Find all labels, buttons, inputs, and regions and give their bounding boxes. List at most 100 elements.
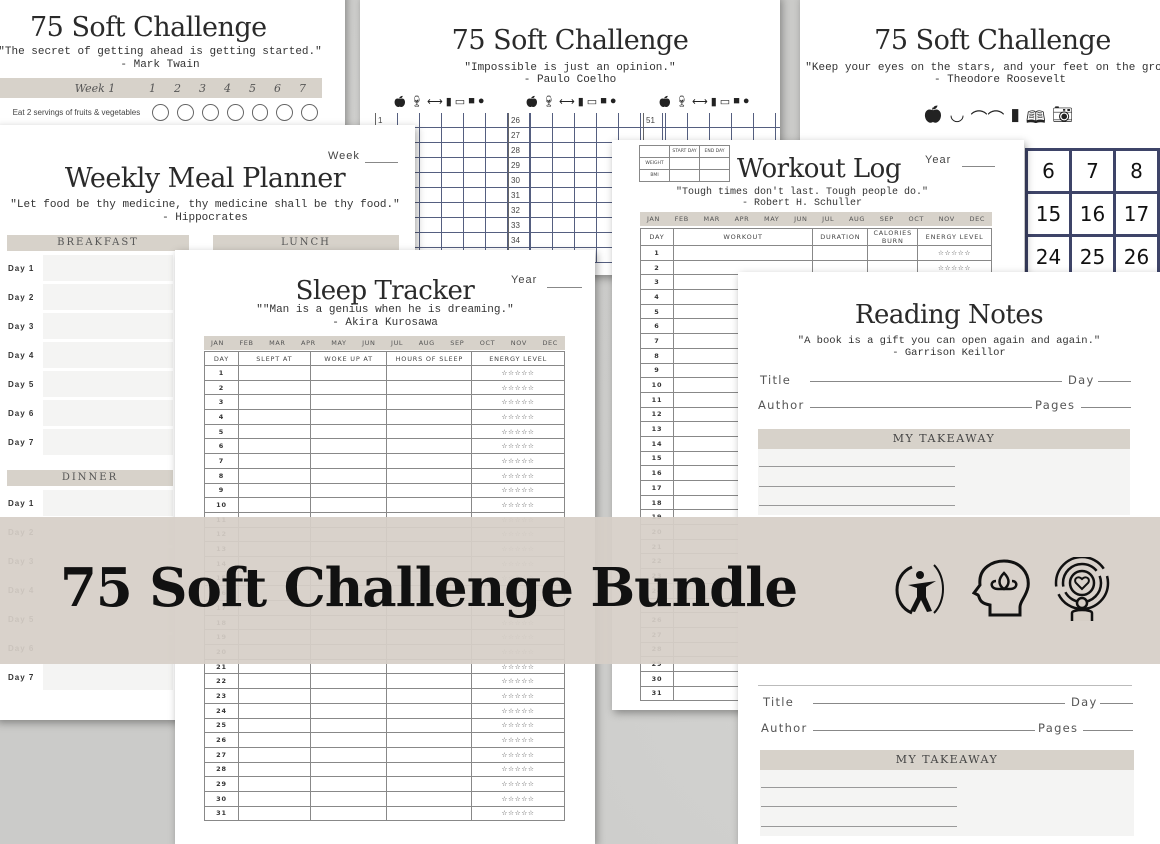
entry-cell[interactable] <box>386 394 473 411</box>
grid-cell[interactable] <box>442 188 464 202</box>
grid-cell[interactable] <box>420 188 442 202</box>
energy-stars[interactable]: ☆☆☆☆☆ <box>471 688 565 704</box>
month-option[interactable]: AUG <box>419 339 435 347</box>
entry-cell[interactable] <box>237 702 311 719</box>
entry-cell[interactable] <box>309 805 388 822</box>
grid-cell[interactable] <box>732 113 754 127</box>
meal-input[interactable] <box>43 664 173 690</box>
energy-stars[interactable]: ☆☆☆☆☆ <box>471 717 565 734</box>
entry-cell[interactable] <box>309 761 388 778</box>
grid-cell[interactable] <box>442 173 464 187</box>
day-input[interactable] <box>1098 381 1131 382</box>
month-option[interactable]: FEB <box>239 339 253 347</box>
entry-cell[interactable] <box>237 438 311 455</box>
grid-cell[interactable] <box>553 113 575 127</box>
energy-stars[interactable]: ☆☆☆☆☆ <box>917 245 992 261</box>
grid-cell[interactable] <box>420 158 442 172</box>
grid-cell[interactable] <box>420 173 442 187</box>
month-option[interactable]: NOV <box>511 339 527 347</box>
grid-cell[interactable] <box>575 233 597 247</box>
energy-stars[interactable]: ☆☆☆☆☆ <box>471 409 565 425</box>
pages-input[interactable] <box>1081 407 1131 408</box>
entry-cell[interactable] <box>386 790 473 807</box>
grid-cell[interactable] <box>575 218 597 232</box>
grid-cell[interactable] <box>464 143 486 157</box>
calendar-day[interactable]: 8 <box>1116 151 1160 194</box>
entry-cell[interactable] <box>237 409 311 425</box>
grid-cell[interactable] <box>464 233 486 247</box>
month-option[interactable]: SEP <box>450 339 464 347</box>
month-option[interactable]: SEP <box>880 215 894 223</box>
grid-cell[interactable] <box>420 203 442 217</box>
entry-cell[interactable] <box>386 497 473 513</box>
entry-cell[interactable] <box>309 673 388 690</box>
entry-cell[interactable] <box>386 365 473 381</box>
grid-cell[interactable] <box>420 143 442 157</box>
grid-cell[interactable] <box>531 113 553 127</box>
entry-cell[interactable] <box>237 423 311 440</box>
energy-stars[interactable]: ☆☆☆☆☆ <box>471 394 565 411</box>
entry-cell[interactable] <box>237 732 311 748</box>
energy-stars[interactable]: ☆☆☆☆☆ <box>471 790 565 807</box>
mini-cell[interactable] <box>669 157 700 170</box>
month-option[interactable]: MAR <box>269 339 285 347</box>
entry-cell[interactable] <box>309 717 388 734</box>
entry-cell[interactable] <box>237 379 311 396</box>
title-input[interactable] <box>810 381 1062 382</box>
month-option[interactable]: FEB <box>675 215 689 223</box>
entry-cell[interactable] <box>309 409 388 425</box>
grid-cell[interactable] <box>420 113 442 127</box>
grid-cell[interactable] <box>776 113 780 127</box>
entry-cell[interactable] <box>237 673 311 690</box>
entry-cell[interactable] <box>386 732 473 748</box>
entry-cell[interactable] <box>386 467 473 484</box>
calendar-day[interactable]: 16 <box>1072 194 1116 237</box>
grid-cell[interactable] <box>597 113 619 127</box>
month-option[interactable]: JUL <box>391 339 403 347</box>
entry-cell[interactable] <box>386 746 473 763</box>
entry-cell[interactable] <box>386 409 473 425</box>
entry-cell[interactable] <box>309 790 388 807</box>
entry-cell[interactable] <box>309 423 388 440</box>
grid-cell[interactable] <box>442 218 464 232</box>
entry-cell[interactable] <box>309 702 388 719</box>
entry-cell[interactable] <box>237 482 311 499</box>
entry-cell[interactable] <box>386 453 473 469</box>
grid-cell[interactable] <box>420 128 442 142</box>
grid-cell[interactable] <box>531 218 553 232</box>
month-option[interactable]: JUL <box>822 215 834 223</box>
entry-cell[interactable] <box>237 790 311 807</box>
energy-stars[interactable]: ☆☆☆☆☆ <box>471 379 565 396</box>
grid-cell[interactable] <box>464 158 486 172</box>
grid-cell[interactable] <box>442 158 464 172</box>
entry-cell[interactable] <box>309 482 388 499</box>
energy-stars[interactable]: ☆☆☆☆☆ <box>471 673 565 690</box>
entry-cell[interactable] <box>386 805 473 822</box>
grid-cell[interactable] <box>531 173 553 187</box>
entry-cell[interactable] <box>309 453 388 469</box>
grid-cell[interactable] <box>486 203 508 217</box>
entry-cell[interactable] <box>237 717 311 734</box>
grid-cell[interactable] <box>531 203 553 217</box>
mini-cell[interactable] <box>699 169 730 182</box>
grid-cell[interactable] <box>754 113 776 127</box>
month-option[interactable]: JAN <box>647 215 660 223</box>
entry-cell[interactable] <box>237 394 311 411</box>
entry-cell[interactable] <box>309 365 388 381</box>
entry-cell[interactable] <box>309 467 388 484</box>
grid-cell[interactable] <box>486 218 508 232</box>
grid-cell[interactable] <box>464 113 486 127</box>
entry-cell[interactable] <box>812 245 869 261</box>
entry-cell[interactable] <box>237 776 311 792</box>
entry-cell[interactable] <box>386 702 473 719</box>
entry-cell[interactable] <box>309 732 388 748</box>
month-option[interactable]: OCT <box>908 215 923 223</box>
entry-cell[interactable] <box>237 761 311 778</box>
calendar-day[interactable]: 15 <box>1028 194 1072 237</box>
meal-input[interactable] <box>43 429 173 455</box>
grid-cell[interactable] <box>464 128 486 142</box>
entry-cell[interactable] <box>309 438 388 455</box>
grid-cell[interactable] <box>486 113 508 127</box>
entry-cell[interactable] <box>672 245 814 261</box>
habit-checkbox[interactable] <box>201 103 219 121</box>
